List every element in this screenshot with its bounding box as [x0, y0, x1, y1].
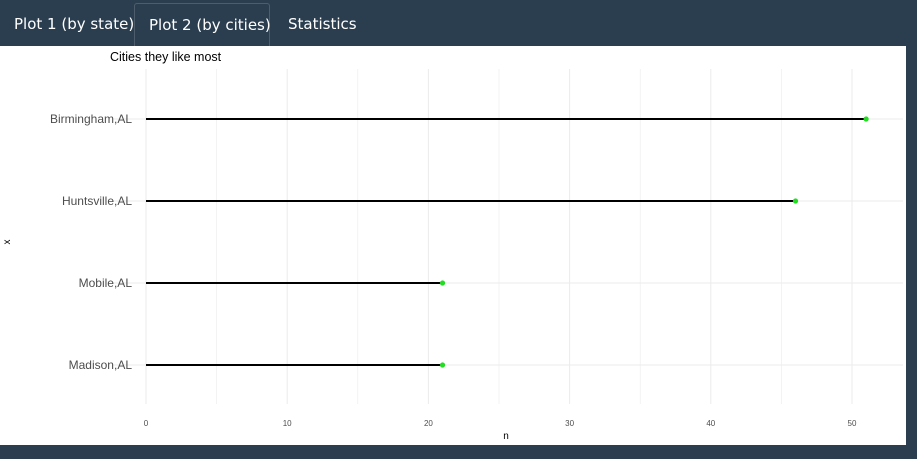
y-tick-label: Madison,AL: [69, 358, 133, 372]
y-tick-label: Mobile,AL: [79, 276, 133, 290]
x-tick-label: 50: [848, 419, 857, 428]
x-tick-label: 40: [706, 419, 715, 428]
y-axis-label: x: [2, 240, 13, 245]
chart-title: Cities they like most: [110, 50, 222, 64]
x-tick-label: 10: [283, 419, 292, 428]
tab-statistics[interactable]: Statistics: [274, 3, 371, 46]
mark-layer: 0 10 20 30 40 50 Birmingham,AL Huntsville,AL Mob…: [50, 112, 869, 428]
lollipop-point: [439, 280, 446, 286]
tab-plot-2[interactable]: Plot 2 (by cities): [134, 3, 271, 46]
lollipop-point: [863, 116, 869, 122]
y-tick-label: Huntsville,AL: [62, 194, 132, 208]
tab-plot-1[interactable]: Plot 1 (by state): [0, 3, 148, 46]
navbar: Plot 1 (by state) Plot 2 (by cities) Sta…: [0, 0, 917, 46]
plot-panel: 0 10 20 30 40 50 Birmingham,AL Huntsville,AL Mob…: [0, 46, 906, 445]
x-tick-label: 30: [565, 419, 574, 428]
lollipop-point: [792, 198, 799, 204]
x-axis-label: n: [503, 431, 509, 442]
y-tick-label: Birmingham,AL: [50, 112, 132, 126]
lollipop-chart: 0 10 20 30 40 50 Birmingham,AL Huntsville,AL Mob…: [2, 50, 903, 442]
x-tick-label: 0: [144, 419, 149, 428]
lollipop-point: [439, 362, 446, 368]
x-tick-label: 20: [424, 419, 433, 428]
